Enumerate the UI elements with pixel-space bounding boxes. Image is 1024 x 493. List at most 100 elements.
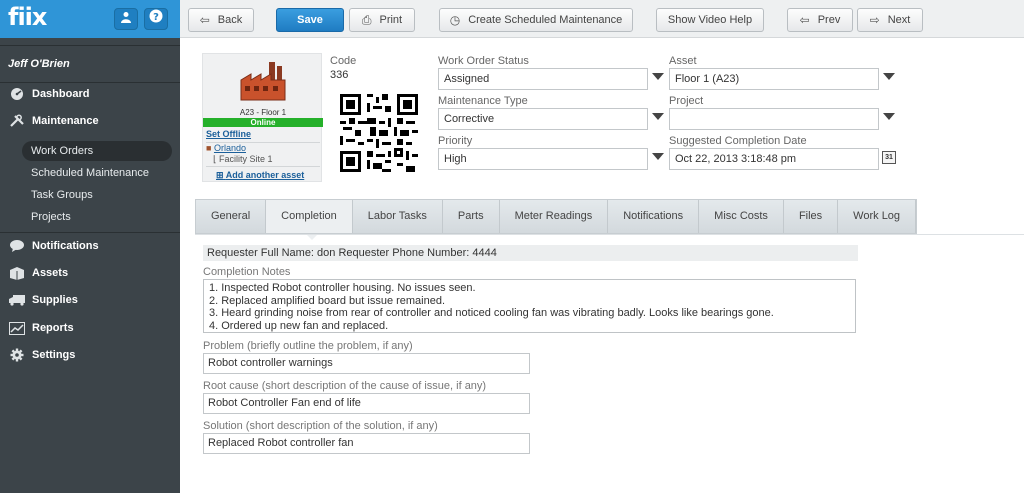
next-button[interactable]: ⇨ Next [857, 8, 923, 32]
nav-label: Settings [32, 349, 76, 361]
work-order-status-select[interactable]: Assigned [438, 68, 648, 90]
set-offline-link[interactable]: Set Offline [206, 129, 251, 139]
toolbar: ⇦ Back Save ⎙ Print ◷ Create Scheduled M… [180, 0, 1024, 38]
solution-input[interactable]: Replaced Robot controller fan [203, 433, 530, 454]
note-line: 2. Replaced amplified board but issue re… [209, 294, 446, 307]
back-button[interactable]: ⇦ Back [188, 8, 254, 32]
nav-assets[interactable]: Assets [8, 263, 68, 283]
asset-select[interactable]: Floor 1 (A23) [669, 68, 879, 90]
nav-dashboard[interactable]: Dashboard [8, 84, 89, 104]
priority-label: Priority [438, 135, 473, 147]
prev-label: Prev [817, 14, 841, 26]
back-label: Back [217, 14, 243, 26]
tab-parts[interactable]: Parts [442, 200, 500, 233]
project-label: Project [669, 95, 704, 107]
code-value: 336 [330, 69, 349, 81]
show-video-help-button[interactable]: Show Video Help [656, 8, 764, 32]
suggested-completion-date-label: Suggested Completion Date [669, 135, 807, 147]
arrow-right-icon: ⇨ [869, 13, 880, 27]
note-line: 1. Inspected Robot controller housing. N… [209, 282, 476, 294]
requester-info: Requester Full Name: don Requester Phone… [203, 245, 858, 261]
save-button[interactable]: Save [276, 8, 344, 32]
dashboard-icon [8, 87, 26, 101]
nav-label: Dashboard [32, 88, 90, 100]
sidebar-item-work-orders[interactable]: Work Orders [22, 141, 172, 161]
problem-label: Problem (briefly outline the problem, if… [203, 340, 413, 352]
tab-completion[interactable]: Completion [266, 200, 353, 233]
sidebar-divider [0, 82, 180, 83]
assets-icon [8, 266, 26, 280]
factory-icon [239, 60, 287, 102]
nav-label: Supplies [32, 294, 78, 306]
maintenance-type-label: Maintenance Type [438, 95, 528, 107]
tab-misc-costs[interactable]: Misc Costs [699, 200, 784, 233]
site-row: ⌊ Facility Site 1 [213, 154, 273, 165]
nav-label: Assets [32, 267, 69, 279]
app-logo[interactable]: fiix [8, 3, 47, 31]
sidebar-divider [0, 232, 180, 233]
tree-branch-icon: ⌊ [213, 154, 217, 164]
main-content: ⇦ Back Save ⎙ Print ◷ Create Scheduled M… [180, 0, 1024, 493]
user-name[interactable]: Jeff O'Brien [8, 58, 70, 70]
svg-text:?: ? [153, 12, 159, 23]
help-button[interactable]: ? [144, 8, 168, 30]
qr-code [340, 94, 418, 172]
completion-notes-textarea[interactable]: 1. Inspected Robot controller housing. N… [203, 279, 856, 333]
priority-select[interactable]: High [438, 148, 648, 170]
question-icon: ? [149, 9, 163, 26]
asset-caption: A23 - Floor 1 [239, 108, 287, 117]
work-order-status-label: Work Order Status [438, 55, 529, 67]
root-cause-label: Root cause (short description of the cau… [203, 380, 487, 392]
print-label: Print [379, 14, 403, 26]
solution-label: Solution (short description of the solut… [203, 420, 438, 432]
location-link[interactable]: Orlando [214, 143, 246, 153]
code-label: Code [330, 55, 357, 67]
printer-icon: ⎙ [361, 12, 372, 27]
gear-icon [8, 348, 26, 362]
clock-icon: ◷ [449, 13, 461, 27]
calendar-icon[interactable]: 31 [882, 151, 896, 164]
sidebar-item-scheduled-maintenance[interactable]: Scheduled Maintenance [22, 163, 172, 183]
nav-maintenance[interactable]: Maintenance [8, 111, 99, 131]
sidebar-item-projects[interactable]: Projects [22, 207, 172, 227]
speech-bubble-icon [8, 239, 26, 253]
create-scheduled-maintenance-button[interactable]: ◷ Create Scheduled Maintenance [439, 8, 633, 32]
sidebar-divider [0, 45, 180, 46]
chevron-down-icon[interactable] [652, 153, 664, 160]
chevron-down-icon[interactable] [883, 113, 895, 120]
problem-input[interactable]: Robot controller warnings [203, 353, 530, 374]
card-divider [206, 166, 320, 167]
tab-work-log[interactable]: Work Log [838, 200, 917, 233]
nav-settings[interactable]: Settings [8, 345, 75, 365]
tab-labor-tasks[interactable]: Labor Tasks [352, 200, 443, 233]
truck-icon [8, 293, 26, 307]
project-select[interactable] [669, 108, 879, 130]
tab-bar: General Completion Labor Tasks Parts Met… [195, 199, 918, 234]
nav-reports[interactable]: Reports [8, 318, 74, 338]
tab-meter-readings[interactable]: Meter Readings [499, 200, 609, 233]
maintenance-type-select[interactable]: Corrective [438, 108, 648, 130]
sidebar-item-task-groups[interactable]: Task Groups [22, 185, 172, 205]
suggested-completion-date-input[interactable]: Oct 22, 2013 3:18:48 pm [669, 148, 879, 170]
chevron-down-icon[interactable] [652, 113, 664, 120]
tools-icon [8, 114, 26, 128]
user-profile-button[interactable] [114, 8, 138, 30]
print-button[interactable]: ⎙ Print [349, 8, 415, 32]
sidebar: fiix ? Jeff O'Brien Dashboard Maintenanc… [0, 0, 180, 493]
nav-notifications[interactable]: Notifications [8, 236, 99, 256]
add-another-asset-link[interactable]: ⊞ Add another asset [216, 170, 304, 181]
root-cause-input[interactable]: Robot Controller Fan end of life [203, 393, 530, 414]
chart-icon [8, 321, 26, 335]
prev-button[interactable]: ⇦ Prev [787, 8, 853, 32]
completion-notes-label: Completion Notes [203, 266, 291, 278]
tab-general[interactable]: General [196, 200, 267, 233]
nav-label: Notifications [32, 240, 99, 252]
tab-notifications[interactable]: Notifications [608, 200, 700, 233]
note-line: 3. Heard grinding noise from rear of con… [209, 307, 774, 319]
tab-files[interactable]: Files [783, 200, 839, 233]
chevron-down-icon[interactable] [883, 73, 895, 80]
nav-supplies[interactable]: Supplies [8, 290, 78, 310]
chevron-down-icon[interactable] [652, 73, 664, 80]
next-label: Next [887, 14, 911, 26]
location-row: ■ Orlando [206, 143, 246, 153]
